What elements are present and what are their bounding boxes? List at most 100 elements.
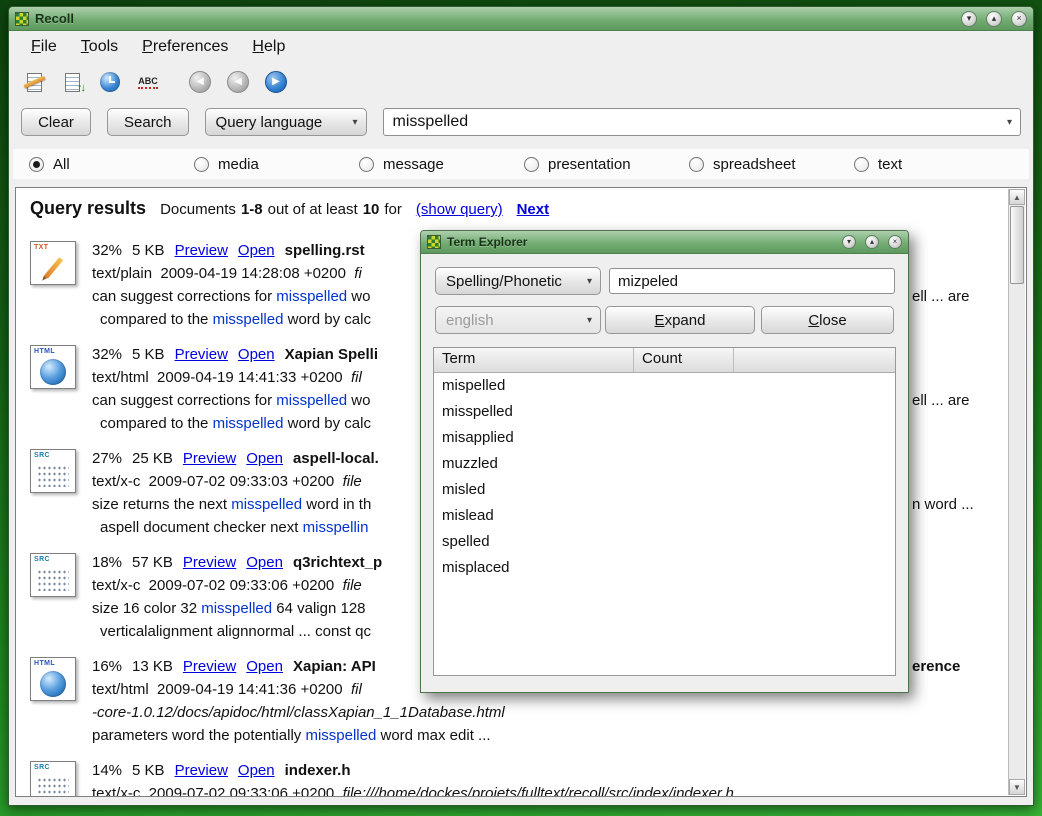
open-link[interactable]: Open xyxy=(246,447,283,470)
abstract-text: 64 valign 128 xyxy=(272,600,365,617)
nav-first-icon[interactable]: ◀ xyxy=(187,69,213,95)
column-header-count[interactable]: Count xyxy=(634,348,734,372)
titlebar[interactable]: Recoll ▾ ▴ × xyxy=(9,7,1033,31)
menu-help[interactable]: Help xyxy=(242,34,295,60)
abstract-fragment-right: ell ... are xyxy=(912,389,970,412)
scroll-thumb[interactable] xyxy=(1010,206,1024,284)
arrow-left-icon: ◀ xyxy=(227,71,249,93)
term-row[interactable]: mislead xyxy=(434,503,895,529)
search-button[interactable]: Search xyxy=(107,108,189,136)
term-row[interactable]: spelled xyxy=(434,529,895,555)
abstract-text: word in th xyxy=(302,496,371,513)
filter-spreadsheet[interactable]: spreadsheet xyxy=(689,156,854,173)
match-term: misspelled xyxy=(276,392,347,409)
radio-icon xyxy=(359,157,374,172)
chevron-down-icon: ▾ xyxy=(587,315,592,326)
next-page-link[interactable]: Next xyxy=(517,201,550,218)
restore-button[interactable]: ▴ xyxy=(986,11,1002,27)
txt-file-icon: TXT xyxy=(30,241,76,285)
spellcheck-icon[interactable]: ABC xyxy=(135,69,161,95)
open-link[interactable]: Open xyxy=(238,759,275,782)
results-scrollbar[interactable]: ▲ ▼ xyxy=(1008,189,1025,795)
term-row[interactable]: muzzled xyxy=(434,451,895,477)
filter-message[interactable]: message xyxy=(359,156,524,173)
column-header-spacer xyxy=(734,348,895,372)
shade-button[interactable]: ▾ xyxy=(842,235,856,249)
html-shape xyxy=(40,359,66,385)
expand-button[interactable]: Expand xyxy=(605,306,755,334)
preview-link[interactable]: Preview xyxy=(175,343,228,366)
clear-search-icon[interactable] xyxy=(21,69,47,95)
term-row[interactable]: misapplied xyxy=(434,425,895,451)
term-table-header[interactable]: Term Count xyxy=(434,348,895,373)
restore-button[interactable]: ▴ xyxy=(865,235,879,249)
close-button[interactable]: Close xyxy=(761,306,894,334)
open-link[interactable]: Open xyxy=(238,239,275,262)
chevron-down-icon[interactable]: ▾ xyxy=(1003,117,1016,128)
abstract-text: size returns the next xyxy=(92,496,231,513)
src-shape xyxy=(37,569,69,591)
file-size: 5 KB xyxy=(132,759,165,782)
close-button[interactable]: × xyxy=(1011,11,1027,27)
term-row[interactable]: misled xyxy=(434,477,895,503)
open-link[interactable]: Open xyxy=(238,343,275,366)
preview-link[interactable]: Preview xyxy=(183,655,236,678)
arrow-right-icon: ▶ xyxy=(265,71,287,93)
nav-forward-icon[interactable]: ▶ xyxy=(263,69,289,95)
clear-button[interactable]: Clear xyxy=(21,108,91,136)
filter-presentation[interactable]: presentation xyxy=(524,156,689,173)
term-explorer-titlebar[interactable]: Term Explorer ▾ ▴ × xyxy=(421,231,908,254)
result-abstract-line: -core-1.0.12/docs/apidoc/html/classXapia… xyxy=(92,701,1008,724)
filter-text[interactable]: text xyxy=(854,156,1019,173)
menu-preferences[interactable]: Preferences xyxy=(132,34,238,60)
preview-link[interactable]: Preview xyxy=(175,239,228,262)
term-row[interactable]: mispelled xyxy=(434,373,895,399)
clock-shape xyxy=(100,72,120,92)
url-fragment: file xyxy=(343,577,362,594)
menu-file[interactable]: File xyxy=(21,34,67,60)
shade-button[interactable]: ▾ xyxy=(961,11,977,27)
search-bar: Clear Search Query language ▾ misspelled… xyxy=(9,101,1033,143)
file-glyph xyxy=(31,771,75,796)
scroll-down-button[interactable]: ▼ xyxy=(1009,779,1025,795)
radio-icon xyxy=(194,157,209,172)
chevron-down-icon: ▾ xyxy=(587,276,592,287)
search-input[interactable]: misspelled ▾ xyxy=(383,108,1021,136)
close-button[interactable]: × xyxy=(888,235,902,249)
update-index-icon[interactable]: ↑↓ xyxy=(59,69,85,95)
preview-link[interactable]: Preview xyxy=(183,551,236,574)
menu-tools[interactable]: Tools xyxy=(71,34,128,60)
file-type-label: TXT xyxy=(34,244,48,251)
preview-link[interactable]: Preview xyxy=(175,759,228,782)
filter-all[interactable]: All xyxy=(29,156,194,173)
query-language-select[interactable]: Query language ▾ xyxy=(205,108,367,136)
url-fragment: fil xyxy=(351,369,362,386)
term-input-value: mizpeled xyxy=(618,273,678,290)
open-link[interactable]: Open xyxy=(246,655,283,678)
filter-media[interactable]: media xyxy=(194,156,359,173)
term-row[interactable]: misplaced xyxy=(434,555,895,581)
file-glyph xyxy=(31,563,75,596)
recoll-app-icon xyxy=(427,235,441,249)
abstract-text: compared to the xyxy=(100,311,213,328)
result-title: Xapian: API xyxy=(293,655,376,678)
nav-back-icon[interactable]: ◀ xyxy=(225,69,251,95)
open-link[interactable]: Open xyxy=(246,551,283,574)
column-header-term[interactable]: Term xyxy=(434,348,634,372)
show-query-link[interactable]: (show query) xyxy=(416,201,503,218)
term-cell: muzzled xyxy=(442,455,498,472)
radio-icon xyxy=(524,157,539,172)
abstract-text: can suggest corrections for xyxy=(92,392,276,409)
html-shape xyxy=(40,671,66,697)
term-cell: mispelled xyxy=(442,377,505,394)
url-fragment: file xyxy=(343,473,362,490)
expansion-mode-select[interactable]: Spelling/Phonetic ▾ xyxy=(435,267,601,295)
abstract-fragment-right: ell ... are xyxy=(912,285,970,308)
scroll-up-button[interactable]: ▲ xyxy=(1009,189,1025,205)
results-header: Query results Documents1-8out of at leas… xyxy=(30,198,1008,219)
preview-link[interactable]: Preview xyxy=(183,447,236,470)
term-row[interactable]: misspelled xyxy=(434,399,895,425)
history-icon[interactable] xyxy=(97,69,123,95)
term-input[interactable]: mizpeled xyxy=(609,268,895,294)
file-size: 57 KB xyxy=(132,551,173,574)
